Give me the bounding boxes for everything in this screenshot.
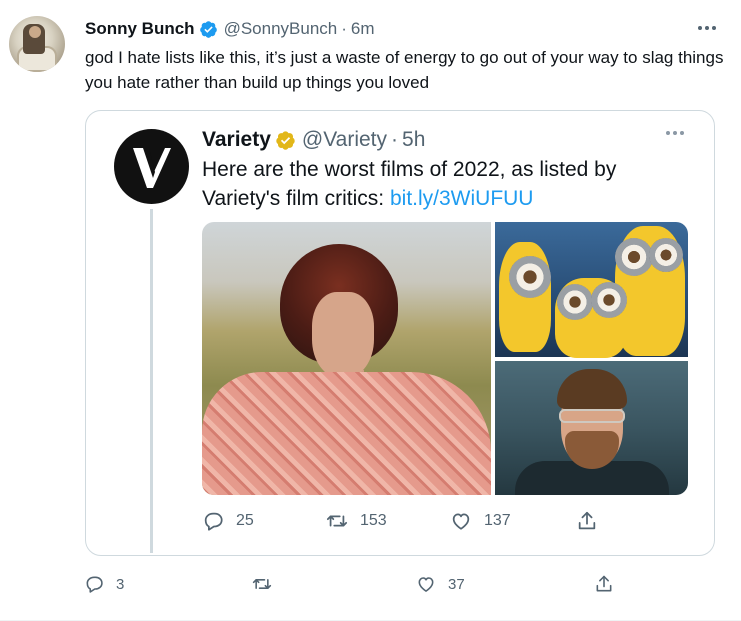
tweet-actions: 3 37: [84, 572, 624, 596]
like-icon: [418, 577, 434, 592]
share-icon: [596, 575, 612, 592]
quoted-retweet-count: 153: [360, 512, 387, 529]
photo-minions[interactable]: [495, 222, 688, 358]
reply-icon: [204, 512, 223, 531]
quoted-reply-button[interactable]: 25: [202, 509, 254, 533]
avatar[interactable]: [9, 16, 65, 72]
share-icon: [578, 511, 596, 530]
verified-badge-icon: [199, 20, 217, 38]
quoted-like-button[interactable]: 137: [450, 509, 511, 533]
separator: ·: [341, 19, 347, 38]
variety-logo[interactable]: [114, 129, 189, 204]
quoted-timestamp[interactable]: 5h: [402, 128, 425, 152]
quoted-actions: 25 153 137: [202, 509, 602, 533]
retweet-icon: [326, 515, 348, 527]
more-icon[interactable]: [695, 18, 719, 38]
reply-button[interactable]: 3: [84, 572, 124, 596]
thread-line: [150, 209, 153, 553]
share-button[interactable]: [594, 572, 614, 596]
quoted-author-handle[interactable]: @Variety: [302, 128, 387, 152]
retweet-button[interactable]: [252, 572, 284, 596]
quoted-reply-count: 25: [236, 512, 254, 529]
tweet-text: god I hate lists like this, it’s just a …: [85, 48, 724, 92]
quoted-link[interactable]: bit.ly/3WiUFUU: [390, 187, 534, 210]
gold-badge-icon: [276, 130, 295, 150]
quoted-author-name[interactable]: Variety: [202, 128, 271, 152]
quoted-separator: ·: [391, 128, 399, 151]
quoted-like-count: 137: [484, 512, 511, 529]
tweet-header: Sonny Bunch @SonnyBunch · 6m: [85, 18, 375, 40]
like-icon: [452, 513, 470, 530]
reply-icon: [86, 576, 103, 593]
quoted-share-button[interactable]: [576, 509, 598, 533]
reply-count: 3: [116, 575, 125, 593]
quoted-retweet-button[interactable]: 153: [326, 509, 387, 533]
author-handle[interactable]: @SonnyBunch: [224, 19, 338, 39]
photo-man-pink-shirt[interactable]: [202, 222, 491, 495]
tweet: Sonny Bunch @SonnyBunch · 6m god I hate …: [0, 0, 741, 621]
quoted-header: Variety @Variety · 5h: [202, 127, 425, 153]
quoted-tweet[interactable]: Variety @Variety · 5h Here are the worst…: [85, 110, 715, 556]
retweet-icon: [252, 579, 272, 589]
quoted-more-icon[interactable]: [666, 131, 684, 135]
like-button[interactable]: 37: [416, 572, 465, 596]
photo-man-glasses[interactable]: [495, 361, 688, 495]
timestamp[interactable]: 6m: [351, 19, 375, 39]
like-count: 37: [448, 575, 465, 593]
quoted-text: Here are the worst films of 2022, as lis…: [202, 155, 682, 213]
author-name[interactable]: Sonny Bunch: [85, 19, 195, 39]
media-grid: [202, 222, 688, 495]
